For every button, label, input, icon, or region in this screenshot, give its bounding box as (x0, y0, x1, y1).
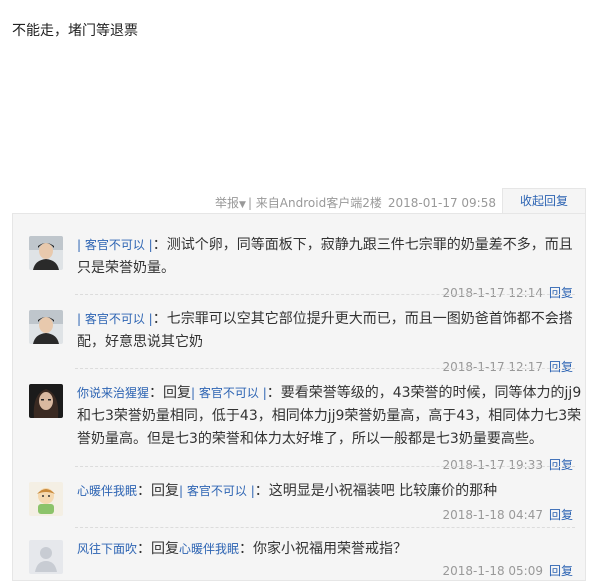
post-source: | 来自Android客户端 (247, 196, 363, 210)
mention-link[interactable]: | 客官不可以 | (191, 386, 267, 400)
reply-button[interactable]: 回复 (549, 286, 573, 300)
floor-number: 2楼 (362, 196, 382, 210)
mention-link[interactable]: | 客官不可以 | (77, 312, 153, 326)
reply-button[interactable]: 回复 (549, 360, 573, 374)
reply-user-link[interactable]: 你说来治猩猩 (77, 386, 149, 400)
reply-user-link[interactable]: 风往下面吹 (77, 542, 137, 556)
divider (75, 294, 575, 295)
reply-body: 风往下面吹：回复心暖伴我眠：你家小祝福用荣誉戒指？ (77, 538, 583, 561)
reply-time: 2018-1-17 19:33 (442, 458, 543, 472)
reply-time: 2018-1-17 12:17 (442, 360, 543, 374)
reply-user-link[interactable]: 心暖伴我眠 (77, 484, 137, 498)
user-avatar[interactable] (29, 540, 63, 574)
divider (75, 368, 575, 369)
reply-time: 2018-1-17 12:14 (442, 286, 543, 300)
user-avatar[interactable] (29, 236, 63, 270)
post-time: 2018-01-17 09:58 (387, 196, 496, 210)
reply-footer: 2018-1-17 12:14 回复 (442, 284, 573, 301)
mention-link[interactable]: | 客官不可以 | (77, 238, 153, 252)
user-avatar[interactable] (29, 384, 63, 418)
reply-footer: 2018-1-17 12:17 回复 (442, 358, 573, 375)
reply-body: | 客官不可以 |：七宗罪可以空其它部位提升更大而已，而且一图奶爸首饰都不会搭配… (77, 308, 583, 354)
reply-time: 2018-1-18 05:09 (442, 564, 543, 578)
divider (75, 527, 575, 528)
reply-footer: 2018-1-17 19:33 回复 (442, 456, 573, 473)
mention-link[interactable]: | 客官不可以 | (179, 484, 255, 498)
reply-button[interactable]: 回复 (549, 564, 573, 578)
reply-text: ：这明显是小祝福装吧 比较廉价的那种 (254, 483, 498, 499)
reply-body: 你说来治猩猩：回复| 客官不可以 |：要看荣誉等级的，43荣誉的时候，同等体力的… (77, 382, 583, 451)
reply-text: ：你家小祝福用荣誉戒指？ (239, 541, 408, 557)
user-avatar[interactable] (29, 482, 63, 516)
reply-prefix: ：回复 (149, 385, 192, 401)
divider (75, 466, 575, 467)
user-avatar[interactable] (29, 310, 63, 344)
reply-body: 心暖伴我眠：回复| 客官不可以 |：这明显是小祝福装吧 比较廉价的那种 (77, 480, 583, 503)
reply-prefix: ：回复 (137, 541, 180, 557)
mention-link[interactable]: 心暖伴我眠 (179, 542, 239, 556)
reply-button[interactable]: 回复 (549, 508, 573, 522)
post-meta: 举报▼ | 来自Android客户端2楼 2018-01-17 09:58 (215, 194, 496, 211)
post-meta-bar: 举报▼ | 来自Android客户端2楼 2018-01-17 09:58 收起回复 (0, 188, 598, 214)
reply-footer: 2018-1-18 04:47 回复 (442, 506, 573, 523)
reply-footer: 2018-1-18 05:09 回复 (442, 562, 573, 579)
collapse-replies-button[interactable]: 收起回复 (502, 188, 586, 214)
reply-time: 2018-1-18 04:47 (442, 508, 543, 522)
report-link[interactable]: 举报 (215, 196, 239, 210)
reply-list: | 客官不可以 |：测试个卵，同等面板下，寂静九跟三件七宗罪的奶量差不多，而且只… (12, 213, 586, 581)
reply-button[interactable]: 回复 (549, 458, 573, 472)
reply-body: | 客官不可以 |：测试个卵，同等面板下，寂静九跟三件七宗罪的奶量差不多，而且只… (77, 234, 583, 280)
chevron-down-icon[interactable]: ▼ (239, 200, 246, 210)
post-content: 不能走，堵门等退票 (12, 23, 138, 39)
reply-prefix: ：回复 (137, 483, 180, 499)
